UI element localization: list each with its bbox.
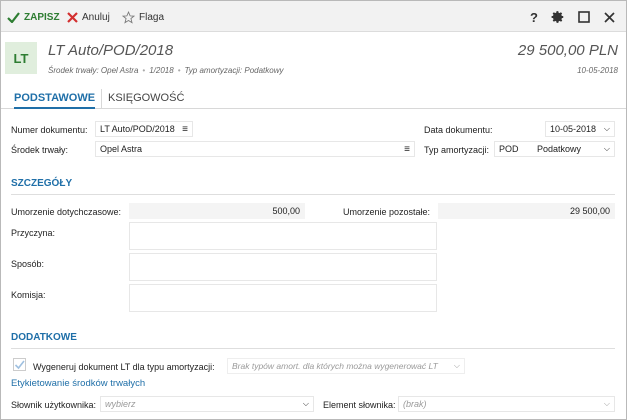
document-type-badge: LT xyxy=(5,42,37,74)
chevron-down-icon: ⌵ xyxy=(603,124,610,133)
doc-number-label: Numer dokumentu: xyxy=(11,125,88,135)
save-label: ZAPISZ xyxy=(24,11,60,23)
tab-divider xyxy=(101,89,102,109)
doc-date-field[interactable]: 10-05-2018 ⌵ xyxy=(545,121,615,137)
committee-textarea[interactable] xyxy=(129,284,437,312)
subtitle-depreciation: Typ amortyzacji: Podatkowy xyxy=(184,66,284,75)
depr-type-select[interactable]: POD Podatkowy ⌵ xyxy=(494,141,615,157)
chevron-down-icon: ⌵ xyxy=(603,399,610,408)
settings-button[interactable] xyxy=(550,9,566,25)
depr-so-far-label: Umorzenie dotychczasowe: xyxy=(11,207,122,217)
depr-remaining-field: 29 500,00 xyxy=(438,203,615,219)
close-window-icon xyxy=(603,11,615,23)
maximize-button[interactable] xyxy=(576,9,592,25)
depr-remaining-value: 29 500,00 xyxy=(569,206,610,216)
save-button[interactable]: ZAPISZ xyxy=(7,9,60,25)
asset-label: Środek trwały: xyxy=(11,145,69,155)
subtitle-number: 1/2018 xyxy=(149,66,174,75)
generate-label: Wygeneruj dokument LT dla typu amortyzac… xyxy=(33,362,215,372)
depr-type-value: Podatkowy xyxy=(537,144,582,154)
star-icon xyxy=(122,10,135,24)
tab-bar: PODSTAWOWE KSIĘGOWOŚĆ xyxy=(1,89,626,109)
help-icon: ? xyxy=(530,9,538,25)
additional-section-title: DODATKOWE xyxy=(11,332,77,343)
reason-textarea[interactable] xyxy=(129,222,437,250)
method-textarea[interactable] xyxy=(129,253,437,281)
document-header: LT LT Auto/POD/2018 Środek trwały: Opel … xyxy=(1,32,626,85)
generate-checkbox[interactable] xyxy=(13,358,26,371)
depr-so-far-field: 500,00 xyxy=(129,203,305,219)
depr-remaining-label: Umorzenie pozostałe: xyxy=(343,207,431,217)
subtitle-asset: Środek trwały: Opel Astra xyxy=(48,66,139,75)
document-title: LT Auto/POD/2018 xyxy=(48,42,174,59)
cancel-label: Anuluj xyxy=(82,11,110,23)
list-icon[interactable]: ≡ xyxy=(404,144,410,155)
depr-so-far-value: 500,00 xyxy=(272,206,300,216)
chevron-down-icon: ⌵ xyxy=(603,144,610,153)
doc-date-label: Data dokumentu: xyxy=(424,125,493,135)
details-divider xyxy=(11,194,615,195)
dict-element-placeholder: (brak) xyxy=(403,399,427,409)
tab-ksiegowosc[interactable]: KSIĘGOWOŚĆ xyxy=(108,92,184,109)
help-button[interactable]: ? xyxy=(526,9,542,25)
depr-type-code: POD xyxy=(499,144,519,154)
user-dict-select[interactable]: wybierz ⌵ xyxy=(100,396,314,412)
generate-placeholder: Brak typów amort. dla których można wyge… xyxy=(232,361,438,371)
depr-type-label: Typ amortyzacji: xyxy=(424,145,490,155)
list-icon[interactable]: ≡ xyxy=(182,124,188,135)
document-amount: 29 500,00 PLN xyxy=(517,42,618,59)
user-dict-placeholder: wybierz xyxy=(105,399,136,409)
close-icon xyxy=(67,11,78,23)
flag-button[interactable]: Flaga xyxy=(122,9,164,25)
window: ZAPISZ Anuluj Flaga ? LT LT Auto/POD/201… xyxy=(0,0,627,420)
asset-field[interactable]: Opel Astra ≡ xyxy=(95,141,415,157)
asset-value: Opel Astra xyxy=(100,144,143,154)
maximize-icon xyxy=(578,11,590,23)
chevron-down-icon: ⌵ xyxy=(453,361,460,370)
check-icon xyxy=(14,360,25,370)
dict-element-select[interactable]: (brak) ⌵ xyxy=(398,396,615,412)
doc-number-field[interactable]: LT Auto/POD/2018 ≡ xyxy=(95,121,193,137)
cancel-button[interactable]: Anuluj xyxy=(67,9,110,25)
gear-icon xyxy=(551,11,564,23)
check-icon xyxy=(7,11,20,23)
dict-element-label: Element słownika: xyxy=(323,400,396,410)
flag-label: Flaga xyxy=(139,11,165,23)
additional-divider xyxy=(11,348,615,349)
close-window-button[interactable] xyxy=(601,9,617,25)
doc-number-value: LT Auto/POD/2018 xyxy=(100,124,175,134)
document-subtitle: Środek trwały: Opel Astra • 1/2018 • Typ amo… xyxy=(48,66,284,75)
reason-label: Przyczyna: xyxy=(11,228,56,238)
toolbar: ZAPISZ Anuluj Flaga ? xyxy=(1,1,626,32)
document-header-date: 10-05-2018 xyxy=(577,66,618,75)
tab-podstawowe[interactable]: PODSTAWOWE xyxy=(14,92,96,109)
committee-label: Komisja: xyxy=(11,290,46,300)
generate-type-select[interactable]: Brak typów amort. dla których można wyge… xyxy=(227,358,465,374)
method-label: Sposób: xyxy=(11,259,45,269)
chevron-down-icon: ⌵ xyxy=(302,399,309,408)
labeling-link[interactable]: Etykietowanie środków trwałych xyxy=(11,378,145,389)
doc-date-value: 10-05-2018 xyxy=(550,124,597,134)
user-dict-label: Słownik użytkownika: xyxy=(11,400,97,410)
details-section-title: SZCZEGÓŁY xyxy=(11,178,73,189)
